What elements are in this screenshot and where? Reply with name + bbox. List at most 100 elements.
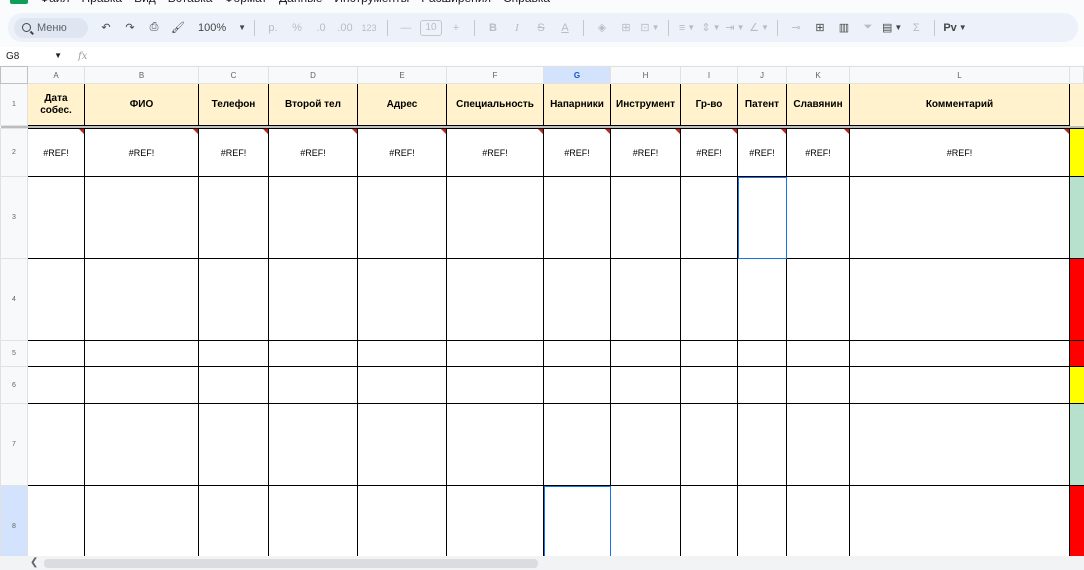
table-cell[interactable] bbox=[680, 403, 738, 486]
horizontal-scrollbar[interactable]: ❮ bbox=[0, 556, 1084, 570]
column-header-b[interactable]: B bbox=[84, 66, 199, 84]
edge-cell[interactable] bbox=[1069, 83, 1084, 126]
header-cell[interactable]: Инструмент bbox=[610, 83, 681, 126]
column-header-a[interactable]: A bbox=[27, 66, 85, 84]
table-cell[interactable] bbox=[198, 340, 269, 367]
table-cell[interactable]: #REF! bbox=[27, 128, 85, 177]
table-cell[interactable] bbox=[543, 403, 611, 486]
column-header-e[interactable]: E bbox=[357, 66, 447, 84]
table-cell[interactable] bbox=[198, 176, 269, 259]
table-cell[interactable] bbox=[610, 176, 681, 259]
table-cell[interactable] bbox=[849, 403, 1070, 486]
table-cell[interactable] bbox=[543, 258, 611, 341]
table-cell[interactable] bbox=[680, 366, 738, 404]
fill-color-icon[interactable]: ◈ bbox=[592, 18, 612, 38]
table-cell[interactable] bbox=[786, 258, 850, 341]
table-cell[interactable] bbox=[446, 366, 544, 404]
table-cell[interactable]: #REF! bbox=[543, 128, 611, 177]
table-cell[interactable] bbox=[268, 485, 358, 556]
table-cell[interactable] bbox=[786, 366, 850, 404]
row-header[interactable]: 3 bbox=[0, 176, 28, 259]
table-cell[interactable] bbox=[268, 176, 358, 259]
scroll-left-icon[interactable]: ❮ bbox=[30, 557, 38, 568]
menu-item[interactable]: Инструменты bbox=[334, 0, 409, 5]
select-all-corner[interactable] bbox=[0, 66, 28, 84]
table-cell[interactable] bbox=[357, 403, 447, 486]
table-cell[interactable] bbox=[737, 258, 787, 341]
undo-icon[interactable]: ↶ bbox=[96, 18, 116, 38]
table-cell[interactable] bbox=[543, 366, 611, 404]
row-header[interactable]: 6 bbox=[0, 366, 28, 404]
percent-format-button[interactable]: % bbox=[287, 18, 307, 38]
column-header-i[interactable]: I bbox=[680, 66, 738, 84]
input-tools-button[interactable]: Pv ▼ bbox=[943, 18, 966, 38]
table-cell[interactable]: #REF! bbox=[446, 128, 544, 177]
table-cell[interactable]: #REF! bbox=[849, 128, 1070, 177]
number-format-button[interactable]: 123 bbox=[359, 18, 379, 38]
table-cell[interactable] bbox=[27, 403, 85, 486]
table-cell[interactable] bbox=[680, 176, 738, 259]
scrollbar-thumb[interactable] bbox=[44, 559, 538, 568]
table-cell[interactable] bbox=[786, 340, 850, 367]
table-cell[interactable] bbox=[737, 176, 787, 259]
table-cell[interactable] bbox=[737, 340, 787, 367]
table-cell[interactable] bbox=[357, 366, 447, 404]
table-cell[interactable] bbox=[786, 485, 850, 556]
column-header-c[interactable]: C bbox=[198, 66, 269, 84]
table-cell[interactable] bbox=[680, 485, 738, 556]
row-header[interactable]: 1 bbox=[0, 83, 28, 126]
header-cell[interactable]: Телефон bbox=[198, 83, 269, 126]
sheets-logo-icon[interactable] bbox=[10, 0, 28, 4]
table-cell[interactable] bbox=[737, 403, 787, 486]
print-icon[interactable]: ⎙ bbox=[144, 18, 164, 38]
table-cell[interactable] bbox=[680, 258, 738, 341]
menu-item[interactable]: Вид bbox=[134, 0, 156, 5]
table-cell[interactable] bbox=[198, 485, 269, 556]
row-header[interactable]: 8 bbox=[0, 485, 28, 556]
table-cell[interactable] bbox=[27, 485, 85, 556]
table-cell[interactable] bbox=[84, 403, 199, 486]
table-cell[interactable] bbox=[27, 340, 85, 367]
table-cell[interactable] bbox=[680, 340, 738, 367]
menu-item[interactable]: Вставка bbox=[168, 0, 213, 5]
zoom-select[interactable]: 100% ▼ bbox=[198, 18, 246, 38]
table-cell[interactable]: #REF! bbox=[268, 128, 358, 177]
name-box[interactable]: G8 ▼ bbox=[0, 51, 66, 62]
status-color-cell[interactable] bbox=[1069, 128, 1084, 177]
column-header-j[interactable]: J bbox=[737, 66, 787, 84]
font-size-input[interactable]: 10 bbox=[420, 19, 442, 36]
column-header-k[interactable]: K bbox=[786, 66, 850, 84]
table-cell[interactable] bbox=[446, 340, 544, 367]
functions-button[interactable]: Σ bbox=[906, 18, 926, 38]
header-cell[interactable]: Патент bbox=[737, 83, 787, 126]
table-cell[interactable] bbox=[446, 258, 544, 341]
horizontal-align-icon[interactable]: ≡ ▼ bbox=[677, 18, 697, 38]
table-cell[interactable] bbox=[198, 366, 269, 404]
column-header-m[interactable] bbox=[1069, 66, 1084, 84]
table-cell[interactable] bbox=[610, 366, 681, 404]
redo-icon[interactable]: ↷ bbox=[120, 18, 140, 38]
status-color-cell[interactable] bbox=[1069, 258, 1084, 341]
header-cell[interactable]: Адрес bbox=[357, 83, 447, 126]
row-header[interactable]: 7 bbox=[0, 403, 28, 486]
menu-item[interactable]: Расширения bbox=[421, 0, 491, 5]
table-cell[interactable] bbox=[737, 485, 787, 556]
table-cell[interactable] bbox=[357, 176, 447, 259]
text-rotation-icon[interactable]: ∠ ▼ bbox=[749, 18, 769, 38]
text-color-button[interactable]: A bbox=[555, 18, 575, 38]
font-size-decrease-icon[interactable]: — bbox=[396, 18, 416, 38]
table-cell[interactable] bbox=[610, 485, 681, 556]
table-cell[interactable] bbox=[543, 340, 611, 367]
table-cell[interactable] bbox=[849, 485, 1070, 556]
table-cell[interactable] bbox=[268, 403, 358, 486]
table-cell[interactable] bbox=[849, 176, 1070, 259]
vertical-align-icon[interactable]: ⇕ ▼ bbox=[701, 18, 721, 38]
decrease-decimal-button[interactable]: .0 bbox=[311, 18, 331, 38]
column-header-l[interactable]: L bbox=[849, 66, 1070, 84]
table-cell[interactable] bbox=[786, 176, 850, 259]
header-cell[interactable]: Второй тел bbox=[268, 83, 358, 126]
insert-link-icon[interactable]: ⊸ bbox=[786, 18, 806, 38]
table-cell[interactable] bbox=[198, 258, 269, 341]
column-header-f[interactable]: F bbox=[446, 66, 544, 84]
table-cell[interactable]: #REF! bbox=[737, 128, 787, 177]
